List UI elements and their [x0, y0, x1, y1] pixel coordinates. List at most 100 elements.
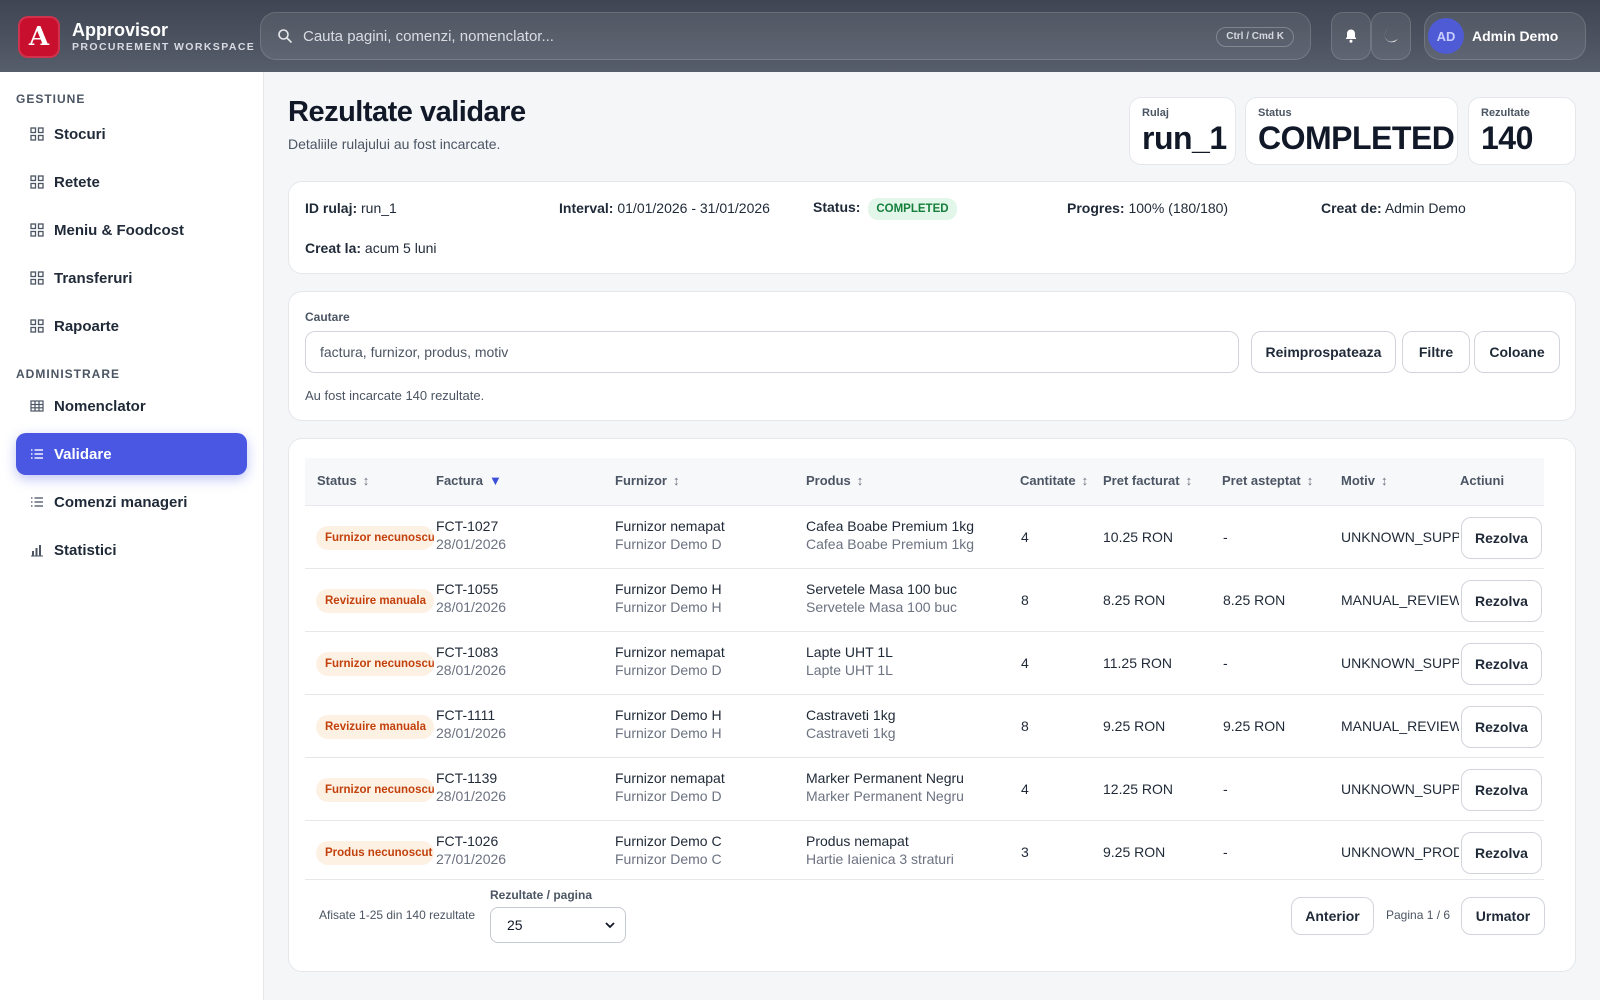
table-row: Furnizor necunoscut FCT-1027 28/01/2026 F…: [305, 506, 1544, 569]
expected-price-cell: -: [1223, 844, 1228, 860]
app-logo: A: [18, 16, 60, 58]
product-cell: Lapte UHT 1L Lapte UHT 1L: [806, 644, 893, 678]
expected-price-cell: -: [1223, 781, 1228, 797]
per-page-label: Rezultate / pagina: [490, 888, 593, 902]
per-page-select[interactable]: 25: [490, 907, 626, 943]
resolve-button[interactable]: Rezolva: [1461, 643, 1542, 685]
filters-button[interactable]: Filtre: [1402, 331, 1470, 373]
per-page-value: 25: [507, 917, 523, 933]
stat-value: 140: [1481, 120, 1533, 156]
sidebar-item-statistici[interactable]: Statistici: [16, 529, 247, 571]
invoice-cell: FCT-1026 27/01/2026: [436, 833, 507, 867]
page-indicator: Pagina 1 / 6: [1386, 908, 1451, 922]
supplier-cell: Furnizor Demo H Furnizor Demo H: [615, 581, 722, 615]
column-header-supplier[interactable]: Furnizor ↕: [615, 473, 680, 488]
column-header-quantity[interactable]: Cantitate ↕: [1020, 473, 1088, 488]
expected-price-cell: 8.25 RON: [1223, 592, 1286, 608]
user-name: Admin Demo: [1472, 28, 1559, 44]
expected-price-cell: -: [1223, 529, 1228, 545]
invoice-cell: FCT-1055 28/01/2026: [436, 581, 507, 615]
column-header-status[interactable]: Status ↕: [317, 473, 369, 488]
status-badge: Furnizor necunoscut: [316, 652, 434, 676]
table-row: Furnizor necunoscut FCT-1139 28/01/2026 F…: [305, 758, 1544, 821]
reason-cell: UNKNOWN_PRODUCT: [1341, 844, 1459, 860]
grid-icon: [30, 271, 44, 285]
info-run-id: ID rulaj: run_1: [305, 200, 397, 216]
global-search-input[interactable]: [303, 23, 1183, 49]
invoice-cell: FCT-1139 28/01/2026: [436, 770, 507, 804]
invoiced-price-cell: 12.25 RON: [1103, 781, 1174, 797]
reason-cell: UNKNOWN_SUPPLIER: [1341, 781, 1459, 797]
sidebar-item-rapoarte[interactable]: Rapoarte: [16, 305, 247, 347]
invoiced-price-cell: 10.25 RON: [1103, 529, 1174, 545]
column-header-invoiced-price[interactable]: Pret facturat ↕: [1103, 473, 1192, 488]
resolve-button[interactable]: Rezolva: [1461, 517, 1542, 559]
resolve-button[interactable]: Rezolva: [1461, 769, 1542, 811]
info-status: Status: COMPLETED: [813, 198, 957, 220]
sidebar-item-transferuri[interactable]: Transferuri: [16, 257, 247, 299]
table-row: Furnizor necunoscut FCT-1083 28/01/2026 F…: [305, 632, 1544, 695]
status-badge: Furnizor necunoscut: [316, 778, 434, 802]
sidebar-item-validare[interactable]: Validare: [16, 433, 247, 475]
sidebar-item-meniu-foodcost[interactable]: Meniu & Foodcost: [16, 209, 247, 251]
sort-icon: ↕: [1380, 473, 1388, 488]
user-menu[interactable]: AD Admin Demo: [1424, 12, 1586, 60]
resolve-button[interactable]: Rezolva: [1461, 832, 1542, 874]
reason-cell: UNKNOWN_SUPPLIER: [1341, 529, 1459, 545]
expected-price-cell: -: [1223, 655, 1228, 671]
next-page-button[interactable]: Urmator: [1461, 897, 1545, 935]
results-search-input[interactable]: [305, 331, 1239, 373]
table-row: Revizuire manuala FCT-1111 28/01/2026 Fur…: [305, 695, 1544, 758]
sidebar-item-label: Stocuri: [54, 125, 106, 143]
stat-card-results: Rezultate 140: [1468, 97, 1576, 165]
table-icon: [30, 400, 44, 412]
previous-page-button[interactable]: Anterior: [1291, 897, 1374, 935]
info-created-by: Creat de: Admin Demo: [1321, 200, 1466, 216]
quantity-cell: 4: [1021, 529, 1029, 545]
sort-icon: ↕: [673, 473, 680, 488]
column-header-reason[interactable]: Motiv ↕: [1341, 473, 1387, 488]
app-name: Approvisor: [72, 20, 169, 40]
bar-chart-icon: [31, 545, 43, 557]
resolve-button[interactable]: Rezolva: [1461, 706, 1542, 748]
chevron-down-icon: [605, 922, 615, 929]
notifications-button[interactable]: [1331, 12, 1371, 60]
columns-button[interactable]: Coloane: [1474, 331, 1560, 373]
refresh-button[interactable]: Reimprospateaza: [1251, 331, 1396, 373]
sidebar-item-comenzi-manageri[interactable]: Comenzi manageri: [16, 481, 247, 523]
column-header-invoice[interactable]: Factura ▼: [436, 473, 502, 488]
list-icon: [31, 449, 43, 459]
quantity-cell: 3: [1021, 844, 1029, 860]
search-label: Cautare: [305, 310, 350, 324]
column-header-expected-price[interactable]: Pret asteptat ↕: [1222, 473, 1313, 488]
grid-icon: [30, 319, 44, 333]
sidebar-item-nomenclator[interactable]: Nomenclator: [16, 385, 247, 427]
results-loaded-text: Au fost incarcate 140 rezultate.: [305, 388, 485, 403]
sidebar-item-label: Validare: [54, 445, 112, 463]
stat-label: Status: [1258, 107, 1292, 119]
stat-value: run_1: [1142, 120, 1227, 156]
invoice-cell: FCT-1111 28/01/2026: [436, 707, 507, 741]
search-icon: [278, 29, 292, 43]
pager-summary: Afisate 1-25 din 140 rezultate: [319, 908, 476, 922]
stat-value: COMPLETED: [1258, 120, 1455, 156]
brand[interactable]: A Approvisor PROCUREMENT WORKSPACE: [18, 16, 255, 58]
info-progress: Progres: 100% (180/180): [1067, 200, 1229, 216]
sidebar-section-administrare: ADMINISTRARE: [16, 367, 120, 381]
sidebar-item-retete[interactable]: Retete: [16, 161, 247, 203]
product-cell: Castraveti 1kg Castraveti 1kg: [806, 707, 896, 741]
invoiced-price-cell: 11.25 RON: [1103, 655, 1172, 671]
search-shortcut-badge: Ctrl / Cmd K: [1216, 27, 1294, 47]
info-created-at: Creat la: acum 5 luni: [305, 240, 437, 256]
stat-label: Rezultate: [1481, 107, 1530, 119]
theme-toggle-button[interactable]: [1371, 12, 1411, 60]
invoiced-price-cell: 9.25 RON: [1103, 844, 1166, 860]
reason-cell: UNKNOWN_SUPPLIER: [1341, 655, 1459, 671]
sidebar-item-stocuri[interactable]: Stocuri: [16, 113, 247, 155]
global-search[interactable]: Ctrl / Cmd K: [260, 12, 1311, 60]
supplier-cell: Furnizor nemapat Furnizor Demo D: [615, 518, 725, 552]
column-header-product[interactable]: Produs ↕: [806, 473, 863, 488]
table-footer-divider: [305, 879, 1544, 880]
resolve-button[interactable]: Rezolva: [1461, 580, 1542, 622]
table-row: Produs necunoscut FCT-1026 27/01/2026 Fur…: [305, 821, 1544, 879]
